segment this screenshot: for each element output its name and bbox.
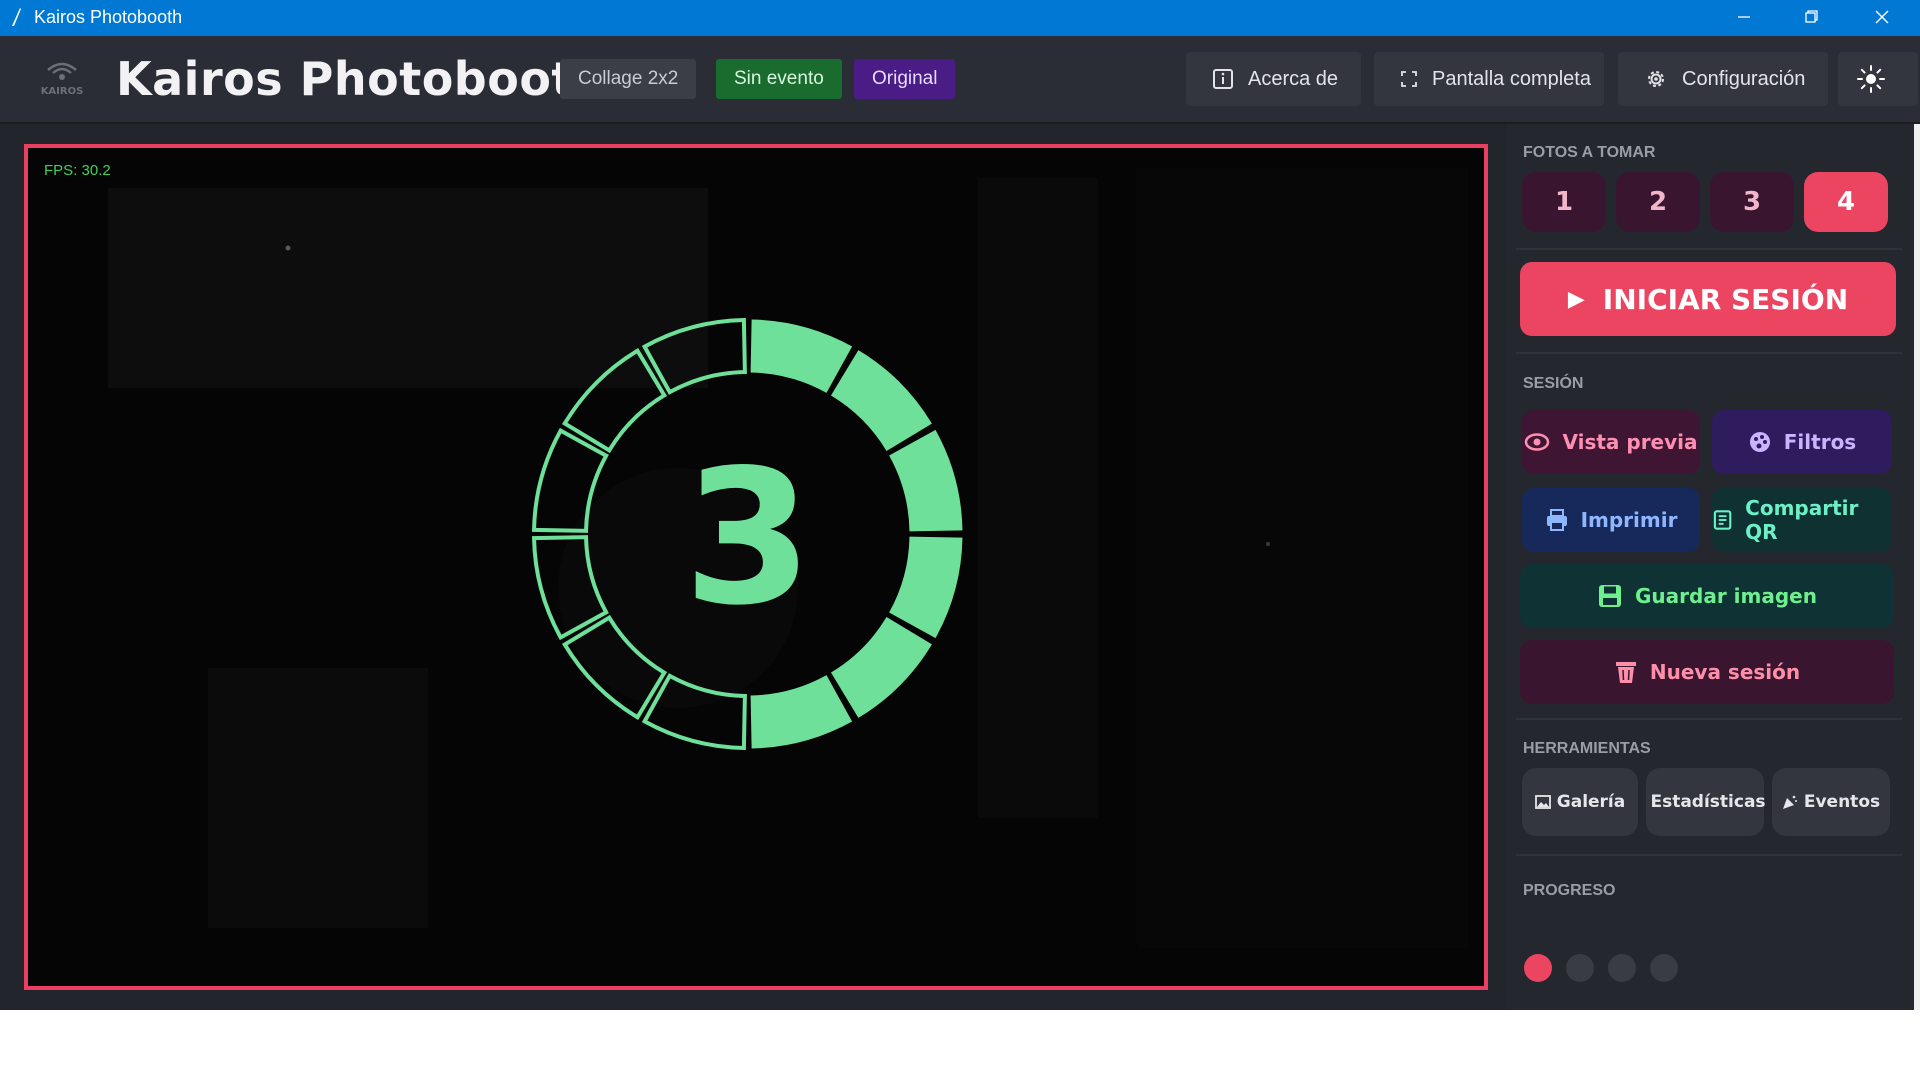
fullscreen-button[interactable]: Pantalla completa xyxy=(1374,52,1604,106)
countdown-segment-empty xyxy=(562,614,668,720)
minimize-icon xyxy=(1738,16,1750,18)
camera-preview: FPS: 30.2 3 xyxy=(24,144,1488,990)
photo-count-2-button[interactable]: 2 xyxy=(1616,172,1700,232)
party-icon xyxy=(1782,795,1797,809)
gear-icon xyxy=(1648,71,1664,87)
palette-icon xyxy=(1749,432,1770,452)
countdown-segment-filled xyxy=(889,429,963,532)
print-button[interactable]: Imprimir xyxy=(1522,488,1700,552)
progress-section-label: PROGRESO xyxy=(1523,882,1616,899)
countdown-segment-empty xyxy=(532,427,609,533)
save-image-label: Guardar imagen xyxy=(1635,584,1817,608)
close-button[interactable] xyxy=(1848,0,1916,36)
photo-count-4-button[interactable]: 4 xyxy=(1804,172,1888,232)
progress-dot-2 xyxy=(1566,954,1594,982)
app-window: KAIROS Kairos Photobooth Collage 2x2 Sin… xyxy=(0,36,1920,1010)
divider xyxy=(1516,352,1902,354)
divider xyxy=(1516,854,1902,856)
share-qr-button[interactable]: Compartir QR xyxy=(1712,488,1892,552)
countdown-segment-empty xyxy=(532,535,609,641)
filters-button[interactable]: Filtros xyxy=(1712,410,1892,474)
svg-text:KAIROS: KAIROS xyxy=(41,86,84,97)
about-label: Acerca de xyxy=(1248,67,1339,90)
play-icon: ▶ xyxy=(1567,286,1585,312)
session-section-label: SESIÓN xyxy=(1523,375,1584,392)
restore-icon xyxy=(1805,10,1818,23)
new-session-label: Nueva sesión xyxy=(1649,660,1801,684)
divider xyxy=(1516,248,1902,250)
app-window-icon xyxy=(12,8,21,26)
app-title: Kairos Photobooth xyxy=(116,52,608,106)
photos-section-label: FOTOS A TOMAR xyxy=(1523,144,1656,161)
countdown-segment-filled xyxy=(830,616,932,718)
start-session-button[interactable]: ▶ INICIAR SESIÓN xyxy=(1520,262,1896,336)
preview-label: Vista previa xyxy=(1562,430,1698,454)
filter-chip[interactable]: Original xyxy=(854,59,956,99)
event-chip[interactable]: Sin evento xyxy=(716,59,842,99)
events-label: Eventos xyxy=(1803,792,1881,812)
tools-section-label: HERRAMIENTAS xyxy=(1523,740,1651,757)
save-image-button[interactable]: Guardar imagen xyxy=(1520,564,1894,628)
start-session-label: INICIAR SESIÓN xyxy=(1602,282,1849,316)
about-button[interactable]: Acerca de xyxy=(1186,52,1361,106)
countdown-segment-filled xyxy=(750,319,853,393)
progress-dot-1 xyxy=(1524,954,1552,982)
share-qr-label: Compartir QR xyxy=(1745,496,1859,544)
countdown-segment-empty xyxy=(641,318,747,395)
countdown-segment-filled xyxy=(889,536,963,639)
fullscreen-icon xyxy=(1401,71,1417,87)
events-button[interactable]: Eventos xyxy=(1772,768,1890,836)
close-icon xyxy=(1875,10,1889,24)
collage-chip[interactable]: Collage 2x2 xyxy=(560,59,697,99)
photo-count-3-button[interactable]: 3 xyxy=(1710,172,1794,232)
scrollbar[interactable] xyxy=(1914,124,1920,1010)
minimize-button[interactable] xyxy=(1710,0,1778,36)
countdown-segment-empty xyxy=(641,673,747,750)
window-titlebar: Kairos Photobooth xyxy=(0,0,1920,36)
info-icon xyxy=(1213,69,1233,89)
countdown-ring: 3 xyxy=(532,318,963,750)
printer-icon xyxy=(1546,509,1567,531)
preview-button[interactable]: Vista previa xyxy=(1522,410,1700,474)
photo-count-1-button[interactable]: 1 xyxy=(1522,172,1606,232)
fullscreen-label: Pantalla completa xyxy=(1432,67,1591,90)
share-icon xyxy=(1713,510,1732,530)
fps-counter: FPS: 30.2 xyxy=(44,162,111,179)
progress-dot-3 xyxy=(1608,954,1636,982)
statistics-label: Estadísticas xyxy=(1650,792,1766,812)
new-session-button[interactable]: Nueva sesión xyxy=(1520,640,1894,704)
theme-toggle-button[interactable] xyxy=(1838,52,1918,106)
floppy-disk-icon xyxy=(1599,585,1622,607)
countdown-segment-filled xyxy=(750,675,853,749)
settings-label: Configuración xyxy=(1682,67,1806,90)
trash-icon xyxy=(1615,662,1636,683)
sun-icon xyxy=(1857,65,1885,93)
statistics-button[interactable]: Estadísticas xyxy=(1646,768,1766,836)
gallery-label: Galería xyxy=(1556,792,1626,812)
countdown-segment-filled xyxy=(830,350,932,452)
filters-label: Filtros xyxy=(1783,430,1857,454)
progress-dot-4 xyxy=(1650,954,1678,982)
window-title: Kairos Photobooth xyxy=(34,7,183,27)
countdown-segment-empty xyxy=(562,348,668,454)
settings-button[interactable]: Configuración xyxy=(1618,52,1828,106)
divider xyxy=(1516,718,1902,720)
app-header: KAIROS Kairos Photobooth Collage 2x2 Sin… xyxy=(0,36,1920,124)
control-sidebar: FOTOS A TOMAR 1 2 3 4 ▶ INICIAR SESIÓN S… xyxy=(1506,124,1920,1010)
print-label: Imprimir xyxy=(1580,508,1678,532)
kairos-logo: KAIROS xyxy=(41,62,84,97)
gallery-icon xyxy=(1534,795,1551,809)
countdown-number: 3 xyxy=(683,429,812,646)
eye-icon xyxy=(1525,433,1550,451)
gallery-button[interactable]: Galería xyxy=(1522,768,1638,836)
restore-button[interactable] xyxy=(1778,0,1846,36)
